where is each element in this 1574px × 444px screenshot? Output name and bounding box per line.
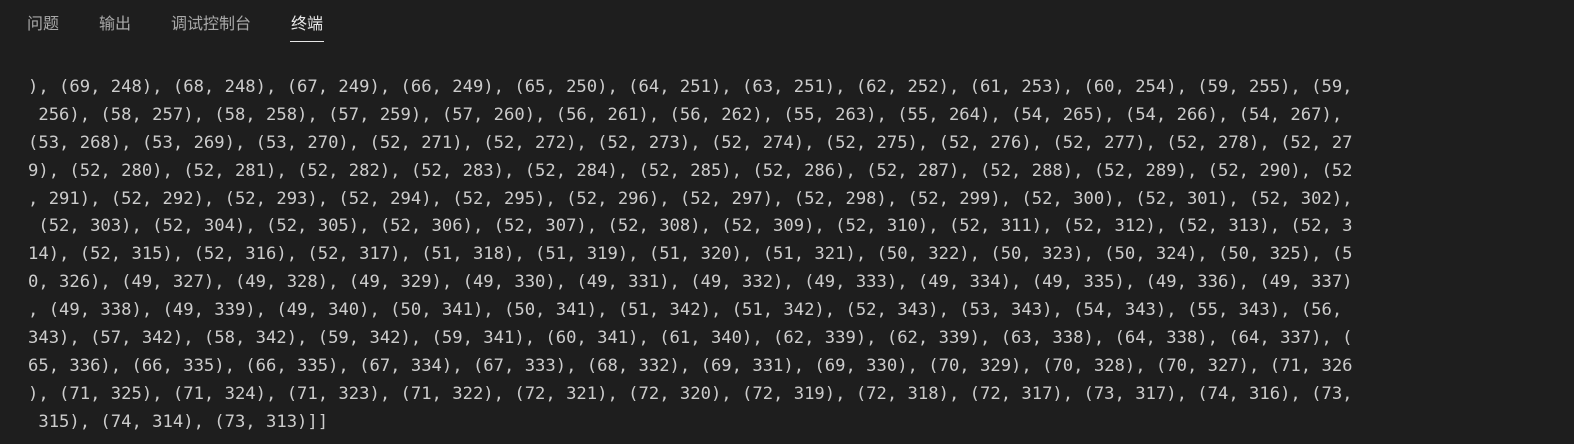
tab-output[interactable]: 输出 [98,14,132,40]
terminal-line: (52, 303), (52, 304), (52, 305), (52, 30… [28,216,1353,237]
tab-problems[interactable]: 问题 [26,14,60,40]
terminal-line: 315), (74, 314), (73, 313)]] [28,411,329,432]
terminal-line: 343), (57, 342), (58, 342), (59, 342), (… [28,328,1353,349]
terminal-line: 0, 326), (49, 327), (49, 328), (49, 329)… [28,272,1353,293]
terminal-line: ), (71, 325), (71, 324), (71, 323), (71,… [28,383,1353,404]
terminal-line: 256), (58, 257), (58, 258), (57, 259), (… [28,104,1343,125]
terminal-line: (53, 268), (53, 269), (53, 270), (52, 27… [28,132,1353,153]
terminal-output[interactable]: ), (69, 248), (68, 248), (67, 249), (66,… [28,74,1548,442]
terminal-line: 9), (52, 280), (52, 281), (52, 282), (52… [28,160,1353,181]
tab-terminal[interactable]: 终端 [290,14,325,42]
terminal-line: ), (69, 248), (68, 248), (67, 249), (66,… [28,77,1353,97]
tab-debug-console[interactable]: 调试控制台 [170,14,252,40]
panel-tab-bar: 问题 输出 调试控制台 终端 [0,0,1574,44]
terminal-line: 65, 336), (66, 335), (66, 335), (67, 334… [28,355,1353,376]
terminal-line: , 291), (52, 292), (52, 293), (52, 294),… [28,188,1353,209]
terminal-line: 14), (52, 315), (52, 316), (52, 317), (5… [28,244,1353,265]
terminal-line: , (49, 338), (49, 339), (49, 340), (50, … [28,300,1343,321]
